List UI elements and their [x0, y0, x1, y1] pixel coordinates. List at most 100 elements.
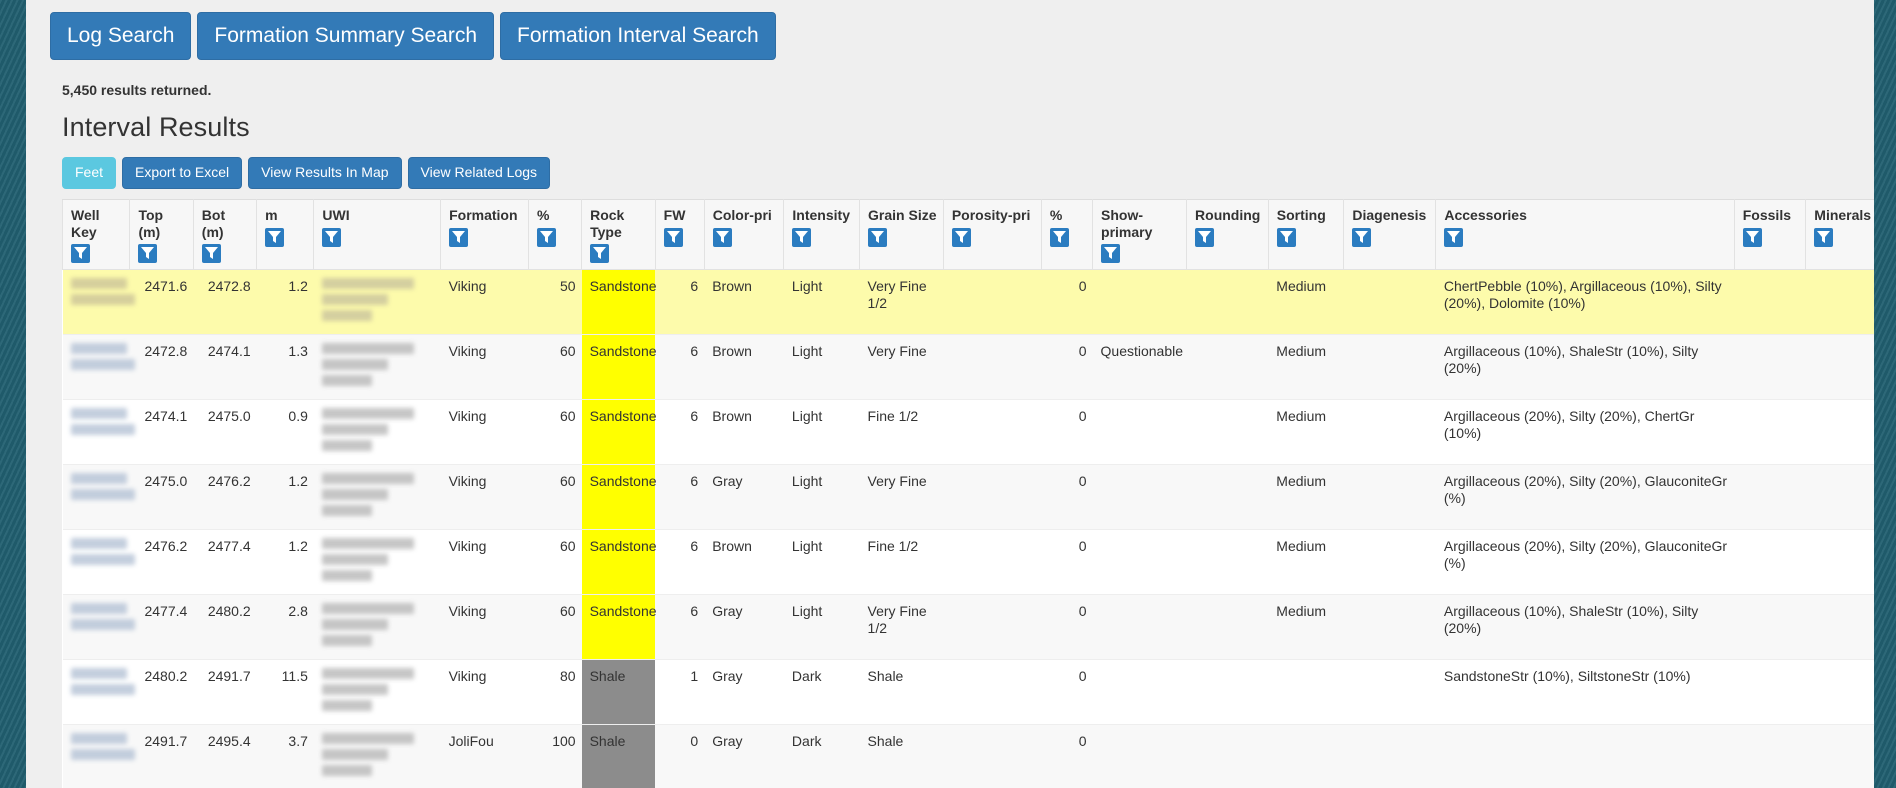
filter-icon[interactable]	[712, 227, 732, 247]
filter-icon[interactable]	[1195, 227, 1215, 247]
table-row[interactable]: 2491.7 2495.4 3.7 JoliFou 100 Shale 0 Gray Dark S…	[62, 724, 1874, 788]
column-header-m[interactable]: m	[256, 198, 315, 271]
filter-icon[interactable]	[138, 244, 158, 264]
filter-icon[interactable]	[663, 227, 683, 247]
cell-accessories: Argillaceous (20%), Silty (20%), Glaucon…	[1435, 529, 1735, 596]
filter-icon[interactable]	[1444, 227, 1464, 247]
column-header-bot-m[interactable]: Bot (m)	[192, 198, 258, 271]
cell-m: 11.5	[256, 659, 314, 726]
column-header-rounding[interactable]: Rounding	[1186, 198, 1269, 271]
cell-fossils	[1734, 464, 1806, 531]
column-header-intensity[interactable]: Intensity	[783, 198, 861, 271]
cell-formation: Viking	[440, 594, 529, 661]
filter-icon[interactable]	[1814, 227, 1834, 247]
column-header-porosity-pri[interactable]: Porosity-pri	[942, 198, 1042, 271]
tab-formation-summary-search[interactable]: Formation Summary Search	[197, 12, 495, 61]
view-related-logs-button[interactable]: View Related Logs	[407, 157, 551, 189]
cell-pct2: 0	[1041, 659, 1093, 726]
column-header-pct2[interactable]: %	[1040, 198, 1094, 271]
cell-fossils	[1734, 269, 1806, 336]
table-row[interactable]: 2480.2 2491.7 11.5 Viking 80 Shale 1 Gray Dark Sh…	[62, 659, 1874, 726]
cell-color-pri: Gray	[704, 659, 784, 726]
cell-bot-m: 2480.2	[193, 594, 257, 661]
cell-rock-type: Sandstone	[581, 399, 657, 466]
column-header-label: Rounding	[1195, 206, 1261, 223]
column-header-minerals[interactable]: Minerals	[1805, 198, 1874, 271]
filter-icon[interactable]	[71, 244, 90, 264]
cell-rock-type: Sandstone	[581, 334, 657, 401]
filter-icon[interactable]	[1101, 244, 1121, 264]
cell-sorting	[1268, 659, 1344, 726]
filter-icon[interactable]	[868, 227, 888, 247]
filter-icon[interactable]	[449, 227, 469, 247]
redacted-well-key	[70, 668, 135, 696]
column-header-uwi[interactable]: UWI	[313, 198, 442, 271]
cell-uwi-redacted	[313, 724, 441, 788]
cell-grain-size: Very Fine 1/2	[859, 269, 944, 336]
column-header-label: Formation	[449, 206, 518, 223]
filter-icon[interactable]	[1742, 227, 1762, 247]
redacted-well-key	[70, 603, 135, 631]
interval-results-table-container[interactable]: Well Key Top (m) Bot (m) m UWI Formation% Rock…	[62, 198, 1874, 788]
column-header-label: Well Key	[71, 206, 100, 240]
cell-pct2: 0	[1041, 724, 1093, 788]
cell-well-key-redacted	[62, 269, 135, 336]
filter-icon[interactable]	[536, 227, 556, 247]
cell-fossils	[1734, 334, 1806, 401]
filter-icon[interactable]	[322, 227, 342, 247]
table-row[interactable]: 2472.8 2474.1 1.3 Viking 60 Sandstone 6 Brown Li…	[62, 334, 1874, 401]
cell-rounding	[1186, 659, 1269, 726]
cell-rock-type: Sandstone	[581, 594, 657, 661]
filter-icon[interactable]	[951, 227, 971, 247]
cell-diagenesis	[1343, 399, 1436, 466]
filter-icon[interactable]	[1352, 227, 1372, 247]
results-action-toolbar: Feet Export to Excel View Results In Map Vi…	[62, 157, 1874, 189]
cell-grain-size: Fine 1/2	[859, 529, 944, 596]
feet-button[interactable]: Feet	[62, 157, 117, 189]
column-header-show-primary[interactable]: Show-primary	[1092, 198, 1188, 271]
cell-well-key-redacted	[62, 659, 135, 726]
tab-formation-interval-search[interactable]: Formation Interval Search	[500, 12, 776, 61]
column-header-formation[interactable]: Formation	[440, 198, 529, 271]
cell-fw: 6	[655, 529, 705, 596]
column-header-grain-size[interactable]: Grain Size	[859, 198, 944, 271]
cell-uwi-redacted	[313, 464, 441, 531]
cell-porosity-pri	[943, 269, 1042, 336]
cell-fw: 0	[655, 724, 705, 788]
cell-fw: 6	[655, 399, 705, 466]
export-to-excel-button[interactable]: Export to Excel	[122, 157, 243, 189]
column-header-rock-type[interactable]: Rock Type	[581, 198, 656, 271]
column-header-well-key[interactable]: Well Key	[62, 198, 131, 271]
redacted-uwi	[321, 668, 435, 712]
filter-icon[interactable]	[201, 244, 221, 264]
column-header-sorting[interactable]: Sorting	[1267, 198, 1345, 271]
column-header-color-pri[interactable]: Color-pri	[703, 198, 785, 271]
column-header-diagenesis[interactable]: Diagenesis	[1343, 198, 1437, 271]
cell-bot-m: 2474.1	[193, 334, 257, 401]
cell-intensity: Light	[783, 464, 860, 531]
filter-icon[interactable]	[1276, 227, 1296, 247]
filter-icon[interactable]	[590, 244, 610, 264]
tab-log-search[interactable]: Log Search	[50, 12, 192, 61]
column-header-fossils[interactable]: Fossils	[1733, 198, 1807, 271]
view-results-in-map-button[interactable]: View Results In Map	[248, 157, 402, 189]
filter-icon[interactable]	[792, 227, 812, 247]
table-row[interactable]: 2477.4 2480.2 2.8 Viking 60 Sandstone 6 Gray Lig…	[62, 594, 1874, 661]
column-header-fw[interactable]: FW	[654, 198, 705, 271]
table-row[interactable]: 2474.1 2475.0 0.9 Viking 60 Sandstone 6 Brown Li…	[62, 399, 1874, 466]
cell-pct: 60	[528, 529, 582, 596]
cell-grain-size: Very Fine	[859, 464, 944, 531]
cell-m: 3.7	[256, 724, 314, 788]
column-header-pct[interactable]: %	[527, 198, 583, 271]
column-header-top-m[interactable]: Top (m)	[129, 198, 194, 271]
column-header-accessories[interactable]: Accessories	[1435, 198, 1735, 271]
column-header-label: Diagenesis	[1352, 206, 1427, 223]
table-row[interactable]: 2471.6 2472.8 1.2 Viking 50 Sandstone 6 Brown Li…	[62, 269, 1874, 336]
filter-icon[interactable]	[1049, 227, 1069, 247]
cell-sorting: Medium	[1268, 464, 1344, 531]
filter-icon[interactable]	[265, 227, 285, 247]
table-row[interactable]: 2476.2 2477.4 1.2 Viking 60 Sandstone 6 Brown Li…	[62, 529, 1874, 596]
cell-minerals	[1805, 334, 1874, 401]
table-row[interactable]: 2475.0 2476.2 1.2 Viking 60 Sandstone 6 Gray Lig…	[62, 464, 1874, 531]
cell-formation: Viking	[440, 334, 529, 401]
